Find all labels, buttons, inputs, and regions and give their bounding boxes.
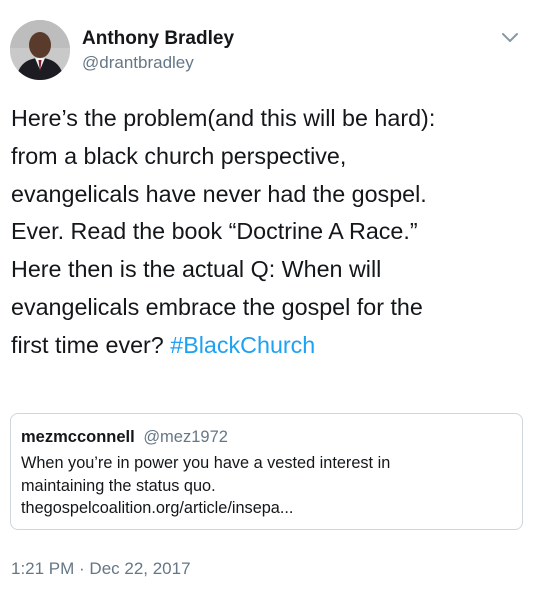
tweet-body: Here’s the problem(and this will be hard…: [11, 105, 436, 358]
author-name[interactable]: Anthony Bradley: [82, 28, 234, 50]
chevron-down-icon[interactable]: [500, 30, 520, 46]
hashtag-link[interactable]: #BlackChurch: [170, 332, 315, 358]
tweet-text: Here’s the problem(and this will be hard…: [11, 100, 526, 365]
quoted-author-name: mezmcconnell: [21, 428, 135, 446]
quoted-text-line: maintaining the status quo.: [21, 476, 216, 495]
profile-photo-icon: [10, 20, 70, 80]
author-handle[interactable]: @drantbradley: [82, 53, 194, 73]
quoted-text-line: When you’re in power you have a vested i…: [21, 454, 391, 472]
avatar[interactable]: [10, 20, 70, 80]
quoted-author-handle: @mez1972: [143, 428, 228, 446]
quoted-link-text: thegospelcoalition.org/article/insepa...: [21, 499, 294, 517]
tweet-card: Anthony Bradley @drantbradley Here’s the…: [0, 0, 534, 595]
quoted-tweet[interactable]: mezmcconnell @mez1972 When you’re in pow…: [10, 413, 523, 530]
timestamp[interactable]: 1:21 PM · Dec 22, 2017: [11, 559, 191, 579]
quoted-tweet-text: When you’re in power you have a vested i…: [21, 452, 516, 520]
quoted-tweet-header: mezmcconnell @mez1972: [21, 428, 228, 447]
